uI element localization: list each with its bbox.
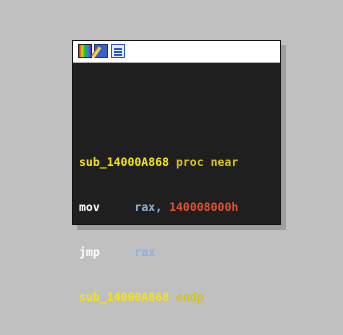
- asm-line-jmp[interactable]: jmp rax: [79, 245, 238, 260]
- operand-register[interactable]: rax: [134, 245, 155, 259]
- node-titlebar: [73, 41, 280, 63]
- mnemonic-jmp: jmp: [79, 245, 100, 259]
- function-label[interactable]: sub_14000A868: [79, 155, 169, 169]
- mnemonic-mov: mov: [79, 200, 100, 214]
- endp-directive: endp: [175, 290, 204, 304]
- disassembly-listing: sub_14000A868 proc near mov rax, 1400080…: [79, 125, 238, 335]
- rename-icon[interactable]: [94, 44, 108, 58]
- group-nodes-icon[interactable]: [111, 44, 125, 58]
- graph-node-block[interactable]: sub_14000A868 proc near mov rax, 1400080…: [72, 40, 281, 304]
- operand-separator: ,: [155, 200, 163, 214]
- color-palette-icon[interactable]: [78, 44, 92, 58]
- proc-directive: proc near: [175, 155, 239, 169]
- asm-line-mov[interactable]: mov rax, 140008000h: [79, 200, 238, 215]
- asm-line-endp[interactable]: sub_14000A868 endp: [79, 290, 238, 305]
- function-label[interactable]: sub_14000A868: [79, 290, 169, 304]
- asm-line-proc[interactable]: sub_14000A868 proc near: [79, 155, 238, 170]
- operand-register[interactable]: rax: [134, 200, 155, 214]
- operand-immediate[interactable]: 140008000h: [169, 200, 238, 214]
